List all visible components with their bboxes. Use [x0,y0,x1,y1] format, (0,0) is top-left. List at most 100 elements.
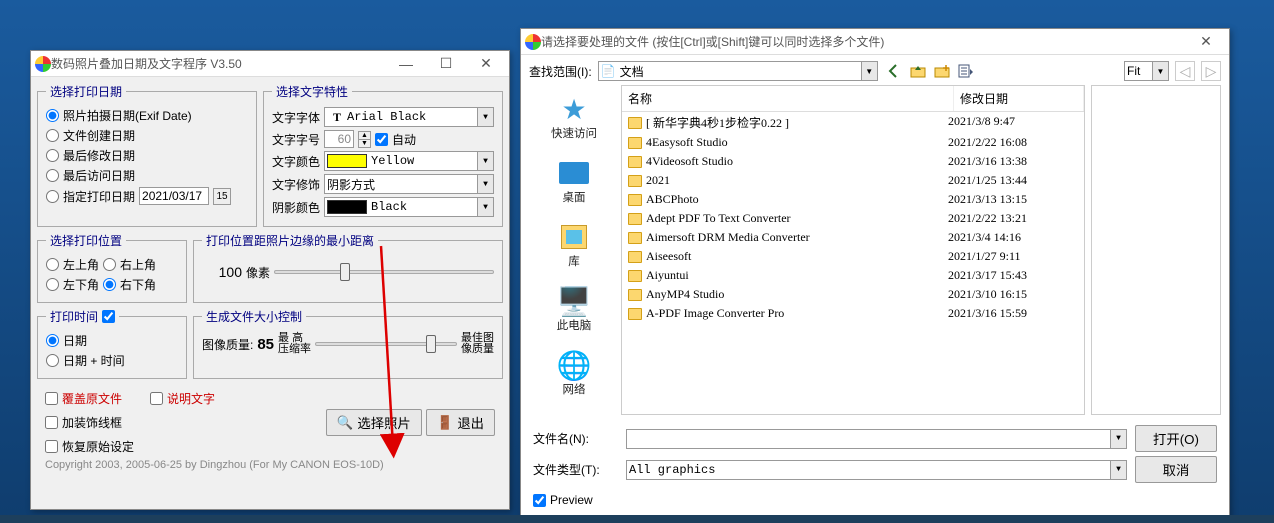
table-row[interactable]: 4Videosoft Studio 2021/3/16 13:38 [622,152,1084,171]
margin-unit: 像素 [246,264,270,281]
pos-tl[interactable]: 左上角 [46,256,99,273]
file-name: 4Videosoft Studio [646,154,733,169]
col-date[interactable]: 修改日期 [954,86,1084,111]
titlebar[interactable]: 请选择要处理的文件 (按住[Ctrl]或[Shift]键可以同时选择多个文件) … [521,29,1229,55]
font-preview-icon: T [327,110,347,125]
look-in-select[interactable]: 📄 文档 ▼ [598,61,878,81]
minimize-button[interactable]: — [387,53,425,75]
open-button[interactable]: 打开(O) [1135,425,1217,452]
time-date-time[interactable]: 日期 + 时间 [46,352,125,369]
filetype-label: 文件类型(T): [533,461,618,478]
chevron-down-icon[interactable]: ▼ [861,62,877,80]
quality-slider[interactable] [315,333,457,355]
up-folder-icon[interactable] [908,61,928,81]
chevron-down-icon[interactable]: ▼ [1110,430,1126,448]
chevron-down-icon[interactable]: ▼ [477,198,493,216]
opt-modify-date[interactable]: 最后修改日期 [46,147,135,164]
col-name[interactable]: 名称 [622,86,954,111]
maximize-button[interactable]: ☐ [427,53,465,75]
caption-checkbox[interactable]: 说明文字 [150,390,215,407]
font-size-input[interactable] [324,130,354,148]
close-button[interactable]: ✕ [1187,31,1225,53]
file-name: Adept PDF To Text Converter [646,211,791,226]
quality-value: 85 [257,336,274,353]
opt-create-date[interactable]: 文件创建日期 [46,127,135,144]
size-down-icon[interactable]: ▼ [359,140,370,147]
select-photo-button[interactable]: 🔍 选择照片 [326,409,422,436]
preview-next-icon[interactable]: ▷ [1201,61,1221,81]
table-row[interactable]: ABCPhoto2021/3/13 13:15 [622,190,1084,209]
quality-left-label: 最 高压缩率 [278,333,311,355]
pos-br[interactable]: 右下角 [103,276,156,293]
decoration-select[interactable]: 阴影方式 ▼ [324,174,494,194]
table-row[interactable]: 20212021/1/25 13:44 [622,171,1084,190]
filetype-select[interactable]: All graphics ▼ [626,460,1127,480]
computer-icon: 🖥️ [529,285,619,317]
table-row[interactable]: AnyMP4 Studio2021/3/10 16:15 [622,285,1084,304]
pos-bl[interactable]: 左下角 [46,276,99,293]
overwrite-checkbox[interactable]: 覆盖原文件 [45,390,122,407]
restore-defaults-checkbox[interactable]: 恢复原始设定 [45,438,134,455]
pos-tr[interactable]: 右上角 [103,256,156,273]
filename-label: 文件名(N): [533,430,618,447]
place-quickaccess[interactable]: ★ 快速访问 [529,89,619,145]
view-menu-icon[interactable] [956,61,976,81]
filename-input[interactable]: ▼ [626,429,1127,449]
size-up-icon[interactable]: ▲ [359,132,370,140]
table-row[interactable]: A-PDF Image Converter Pro2021/3/16 15:59 [622,304,1084,323]
preview-checkbox[interactable]: Preview [533,493,1217,507]
chevron-down-icon[interactable]: ▼ [477,175,493,193]
preview-pane [1091,85,1221,415]
titlebar[interactable]: 数码照片叠加日期及文字程序 V3.50 — ☐ ✕ [31,51,509,77]
table-row[interactable]: Adept PDF To Text Converter2021/2/22 13:… [622,209,1084,228]
filesize-group: 生成文件大小控制 图像质量: 85 最 高压缩率 最佳图像质量 [193,308,503,379]
chevron-down-icon[interactable]: ▼ [1152,62,1168,80]
text-props-legend: 选择文字特性 [272,83,352,100]
table-row[interactable]: Aiyuntui2021/3/17 15:43 [622,266,1084,285]
new-folder-icon[interactable] [932,61,952,81]
font-select[interactable]: T Arial Black ▼ [324,107,494,127]
table-row[interactable]: Aimersoft DRM Media Converter2021/3/4 14… [622,228,1084,247]
chevron-down-icon[interactable]: ▼ [1110,461,1126,479]
place-thispc[interactable]: 🖥️ 此电脑 [529,281,619,337]
exit-button[interactable]: 🚪 退出 [426,409,495,436]
position-legend: 选择打印位置 [46,232,126,249]
file-date: 2021/3/16 13:38 [948,154,1078,169]
file-date: 2021/3/8 9:47 [948,114,1078,131]
zoom-fit-select[interactable]: Fit ▼ [1124,61,1169,81]
border-checkbox[interactable]: 加装饰线框 [45,414,122,431]
opt-access-date[interactable]: 最后访问日期 [46,167,135,184]
shadow-color-select[interactable]: Black ▼ [324,197,494,217]
folder-icon [628,175,642,187]
place-network[interactable]: 🌐 网络 [529,345,619,401]
time-date-only[interactable]: 日期 [46,332,87,349]
date-input[interactable] [139,187,209,205]
back-icon[interactable] [884,61,904,81]
table-row[interactable]: Aiseesoft2021/1/27 9:11 [622,247,1084,266]
taskbar[interactable] [0,515,1274,523]
folder-icon [628,232,642,244]
close-button[interactable]: ✕ [467,53,505,75]
table-row[interactable]: [ 新华字典4秒1步检字0.22 ]2021/3/8 9:47 [622,112,1084,133]
text-color-select[interactable]: Yellow ▼ [324,151,494,171]
table-row[interactable]: 4Easysoft Studio2021/2/22 16:08 [622,133,1084,152]
file-date: 2021/2/22 16:08 [948,135,1078,150]
margin-slider[interactable] [274,261,494,283]
cancel-button[interactable]: 取消 [1135,456,1217,483]
opt-custom-date[interactable]: 指定打印日期 [46,188,135,205]
file-name: Aiseesoft [646,249,691,264]
file-date: 2021/3/10 16:15 [948,287,1078,302]
place-libraries[interactable]: 库 [529,217,619,273]
place-desktop[interactable]: 桌面 [529,153,619,209]
look-in-label: 查找范围(I): [529,63,592,80]
folder-icon [628,308,642,320]
opt-exif-date[interactable]: 照片拍摄日期(Exif Date) [46,107,192,124]
chevron-down-icon[interactable]: ▼ [477,152,493,170]
chevron-down-icon[interactable]: ▼ [477,108,493,126]
folder-icon [628,156,642,168]
font-label: 文字字体 [272,109,320,126]
preview-prev-icon[interactable]: ◁ [1175,61,1195,81]
calendar-icon[interactable]: 15 [213,188,231,205]
time-enable-checkbox[interactable] [102,310,115,323]
auto-size-checkbox[interactable]: 自动 [375,131,416,148]
